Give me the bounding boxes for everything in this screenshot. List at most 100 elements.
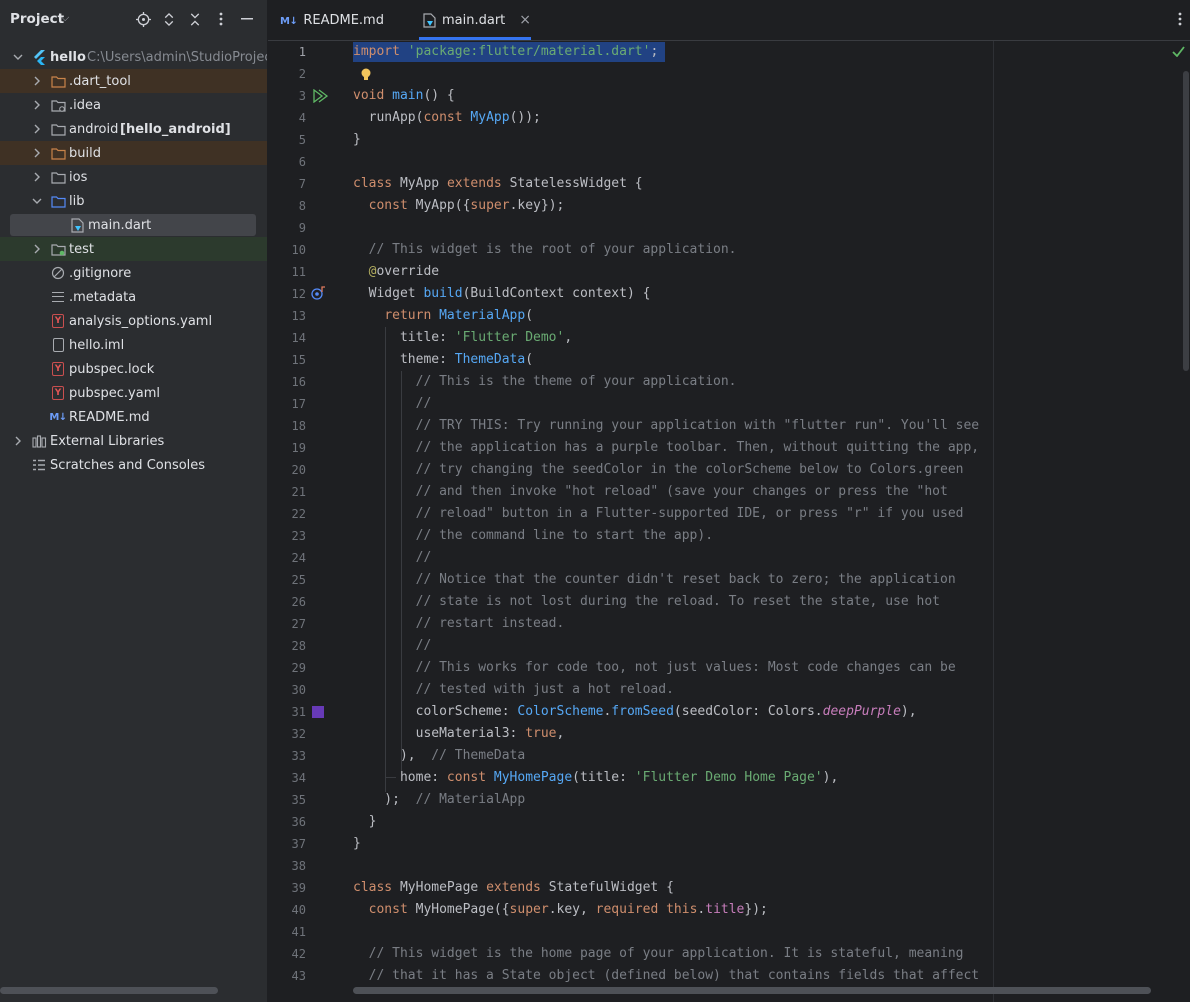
code-token: const	[423, 110, 471, 125]
code-line[interactable]: }	[353, 833, 361, 855]
minimize-icon[interactable]	[238, 10, 256, 28]
code-line[interactable]: @override	[353, 261, 439, 283]
tree-item-ios[interactable]: ios	[0, 165, 267, 189]
chevron-down-icon[interactable]: ⌵	[61, 11, 69, 25]
code-line[interactable]: //	[353, 635, 432, 657]
line-number: 1	[298, 45, 306, 59]
settings-folder-icon	[50, 97, 66, 113]
code-line[interactable]: // This widget is the root of your appli…	[353, 239, 737, 261]
vertical-scrollbar[interactable]	[1183, 71, 1189, 371]
code-line[interactable]: // state is not lost during the reload. …	[353, 591, 940, 613]
code-line[interactable]: // This works for code too, not just val…	[353, 657, 956, 679]
chevron-right-icon[interactable]	[31, 171, 43, 183]
chevron-down-icon[interactable]	[31, 195, 43, 207]
code-line[interactable]: }	[353, 811, 377, 833]
chevron-right-icon[interactable]	[31, 75, 43, 87]
code-line[interactable]: // the command line to start the app).	[353, 525, 713, 547]
code-editor[interactable]: 1 2 3 4 5 6 7 8 9 10 11 12 13 14 15 16 17 18 19 20 21 22 23 24 2…	[268, 41, 1190, 1002]
tree-item-idea[interactable]: .idea	[0, 93, 267, 117]
tree-item-pubspec-lock[interactable]: Y pubspec.lock	[0, 357, 267, 381]
code-line[interactable]: void main() {	[353, 85, 455, 107]
expand-all-icon[interactable]	[160, 10, 178, 28]
code-line[interactable]: theme: ThemeData(	[353, 349, 533, 371]
code-line[interactable]: const MyApp({super.key});	[353, 195, 565, 217]
tree-item-scratches[interactable]: Scratches and Consoles	[0, 453, 267, 477]
intention-bulb-icon[interactable]	[360, 68, 372, 86]
code-line[interactable]: //	[353, 393, 432, 415]
tree-item-main-dart[interactable]: main.dart	[0, 213, 267, 237]
tree-item-android[interactable]: android [hello_android]	[0, 117, 267, 141]
override-method-icon[interactable]	[311, 286, 327, 304]
code-token: );	[353, 792, 416, 807]
tree-item-readme[interactable]: M↓ README.md	[0, 405, 267, 429]
code-line[interactable]: // This is the theme of your application…	[353, 371, 737, 393]
code-line[interactable]: colorScheme: ColorScheme.fromSeed(seedCo…	[353, 701, 917, 723]
code-line[interactable]: // reload" button in a Flutter-supported…	[353, 503, 964, 525]
chevron-right-icon[interactable]	[12, 435, 24, 447]
code-line[interactable]: // that it has a State object (defined b…	[353, 965, 980, 987]
editor-gutter[interactable]: 1 2 3 4 5 6 7 8 9 10 11 12 13 14 15 16 17 18 19 20 21 22 23 24 2…	[268, 41, 346, 1002]
line-number: 18	[291, 419, 306, 433]
tab-readme[interactable]: M↓ README.md	[280, 0, 410, 40]
code-line[interactable]: runApp(const MyApp());	[353, 107, 541, 129]
tree-item-hello-module[interactable]: hello C:\Users\admin\StudioProjec	[0, 45, 267, 69]
horizontal-scrollbar[interactable]	[353, 987, 1151, 994]
more-options-icon[interactable]	[212, 10, 230, 28]
code-line[interactable]: // and then invoke "hot reload" (save yo…	[353, 481, 948, 503]
code-line[interactable]: // the application has a purple toolbar.…	[353, 437, 980, 459]
code-line[interactable]: class MyApp extends StatelessWidget {	[353, 173, 643, 195]
code-token: ,	[564, 330, 573, 345]
tree-item-dart-tool[interactable]: .dart_tool	[0, 69, 267, 93]
code-area[interactable]: import 'package:flutter/material.dart'; …	[353, 41, 1190, 1002]
code-line[interactable]: home: const MyHomePage(title: 'Flutter D…	[353, 767, 838, 789]
line-number: 26	[291, 595, 306, 609]
code-line[interactable]: //	[353, 547, 432, 569]
indent-guide	[401, 371, 402, 771]
no-problems-check-icon[interactable]	[1172, 45, 1185, 61]
project-view-selector[interactable]: Project	[10, 11, 64, 27]
code-line[interactable]: ); // MaterialApp	[353, 789, 525, 811]
run-icon[interactable]	[312, 88, 329, 107]
horizontal-scrollbar[interactable]	[0, 987, 218, 994]
code-token: ());	[509, 110, 541, 125]
close-icon[interactable]: ×	[519, 12, 531, 28]
chevron-right-icon[interactable]	[31, 243, 43, 255]
chevron-down-icon[interactable]	[12, 51, 24, 63]
color-swatch-icon[interactable]	[312, 706, 324, 718]
chevron-right-icon[interactable]	[31, 147, 43, 159]
code-line[interactable]: class MyHomePage extends StatefulWidget …	[353, 877, 674, 899]
tab-actions-more-icon[interactable]	[1178, 11, 1182, 30]
code-line[interactable]: }	[353, 129, 361, 151]
tree-item-build[interactable]: build	[0, 141, 267, 165]
code-line[interactable]: // TRY THIS: Try running your applicatio…	[353, 415, 980, 437]
code-line[interactable]: import 'package:flutter/material.dart';	[353, 41, 666, 63]
markdown-icon: M↓	[49, 411, 67, 423]
tab-label: main.dart	[442, 12, 506, 28]
locate-icon[interactable]	[134, 10, 152, 28]
tree-item-hello-iml[interactable]: hello.iml	[0, 333, 267, 357]
collapse-all-icon[interactable]	[186, 10, 204, 28]
chevron-right-icon[interactable]	[31, 99, 43, 111]
code-line[interactable]: // Notice that the counter didn't reset …	[353, 569, 956, 591]
tree-item-lib[interactable]: lib	[0, 189, 267, 213]
code-line[interactable]: const MyHomePage({super.key, required th…	[353, 899, 768, 921]
code-line[interactable]: return MaterialApp(	[353, 305, 533, 327]
tree-item-metadata[interactable]: .metadata	[0, 285, 267, 309]
code-line[interactable]: Widget build(BuildContext context) {	[353, 283, 651, 305]
chevron-right-icon[interactable]	[31, 123, 43, 135]
line-number: 6	[298, 155, 306, 169]
tree-item-external-libraries[interactable]: External Libraries	[0, 429, 267, 453]
code-line[interactable]: // try changing the seedColor in the col…	[353, 459, 964, 481]
tree-item-analysis-options[interactable]: Y analysis_options.yaml	[0, 309, 267, 333]
code-token: super	[470, 198, 510, 213]
code-token: class	[353, 176, 400, 191]
code-line[interactable]: // This widget is the home page of your …	[353, 943, 964, 965]
tree-item-pubspec-yaml[interactable]: Y pubspec.yaml	[0, 381, 267, 405]
tree-item-gitignore[interactable]: .gitignore	[0, 261, 267, 285]
tab-main-dart[interactable]: main.dart ×	[423, 0, 533, 40]
tree-item-test[interactable]: test	[0, 237, 267, 261]
tree-item-label: build	[69, 145, 101, 161]
code-line[interactable]: ), // ThemeData	[353, 745, 525, 767]
line-number: 41	[291, 925, 306, 939]
